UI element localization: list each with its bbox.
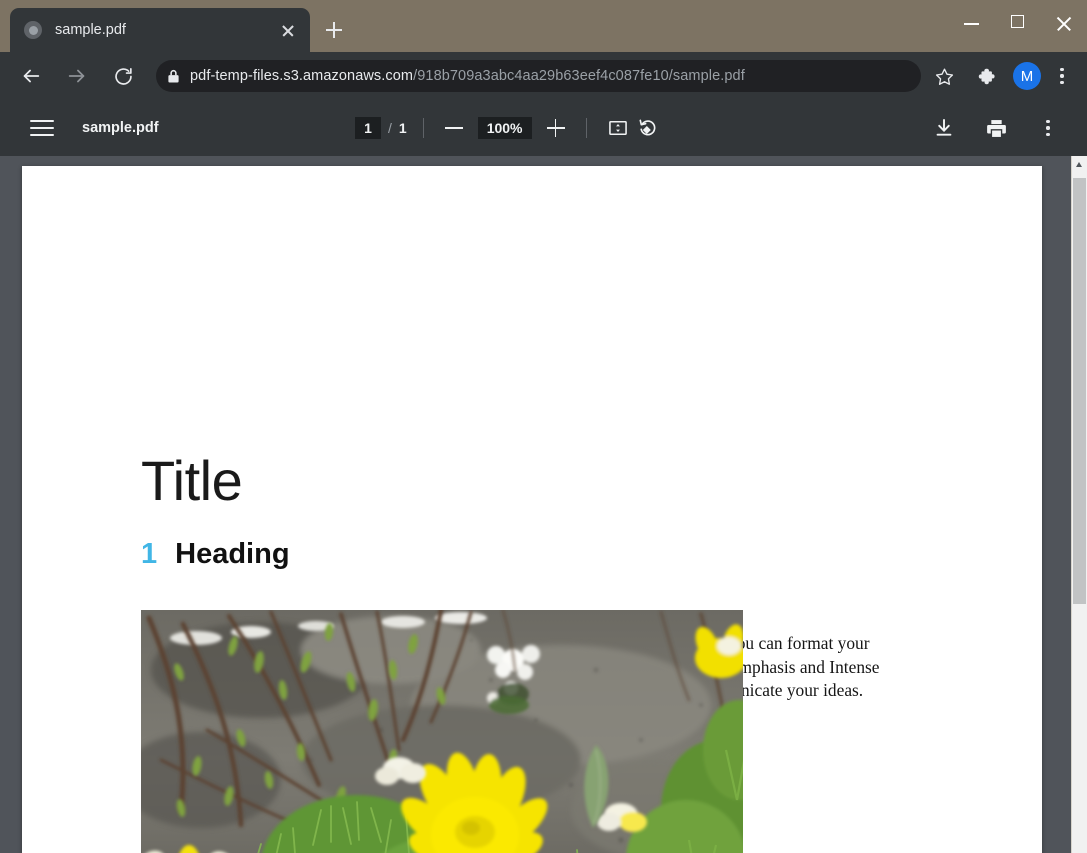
toolbar-divider-1	[422, 118, 424, 138]
print-icon[interactable]	[981, 113, 1011, 143]
pdf-document-name: sample.pdf	[82, 120, 159, 136]
pdf-viewer-area: Title 1Heading To take advantage of this…	[0, 156, 1087, 853]
sidebar-toggle-icon[interactable]	[30, 119, 54, 137]
heading-number: 1	[141, 538, 158, 570]
forward-icon[interactable]	[59, 58, 95, 94]
lock-icon	[156, 69, 190, 84]
address-bar-url: pdf-temp-files.s3.amazonaws.com/918b709a…	[190, 68, 745, 84]
page-separator: /	[388, 120, 392, 136]
window-controls	[949, 0, 1087, 46]
document-title: Title	[141, 449, 243, 512]
toolbar-divider-2	[585, 118, 587, 138]
reload-icon[interactable]	[105, 58, 141, 94]
document-photo	[141, 610, 743, 853]
download-icon[interactable]	[929, 113, 959, 143]
fit-to-page-icon[interactable]	[603, 113, 633, 143]
url-path: /918b709a3abc4aa29b63eef4c087fe10/sample…	[413, 68, 745, 84]
browser-toolbar: pdf-temp-files.s3.amazonaws.com/918b709a…	[0, 52, 1087, 100]
close-tab-icon[interactable]	[274, 16, 302, 44]
scroll-up-arrow-icon[interactable]	[1072, 156, 1087, 173]
minimize-button[interactable]	[949, 0, 995, 46]
page-number-input[interactable]: 1	[355, 117, 381, 139]
zoom-in-icon[interactable]	[542, 114, 570, 142]
page-count: 1	[398, 120, 407, 136]
garden-flowers-illustration	[141, 610, 743, 853]
scrollbar-thumb[interactable]	[1073, 178, 1086, 604]
document-heading: 1 Heading	[141, 538, 290, 571]
browser-tab[interactable]: sample.pdf	[10, 8, 310, 52]
chrome-menu-icon[interactable]	[1047, 60, 1077, 92]
rotate-counterclockwise-icon[interactable]	[633, 113, 663, 143]
bookmark-star-icon[interactable]	[929, 61, 959, 91]
globe-icon	[24, 21, 42, 39]
address-bar[interactable]: pdf-temp-files.s3.amazonaws.com/918b709a…	[156, 60, 921, 92]
pdf-viewer-toolbar: sample.pdf 1 / 1 100%	[0, 100, 1087, 156]
tab-title: sample.pdf	[55, 22, 126, 38]
heading-text: Heading	[175, 538, 290, 570]
back-icon[interactable]	[13, 58, 49, 94]
pdf-toolbar-center: 1 / 1 100%	[355, 100, 663, 156]
extensions-icon[interactable]	[969, 60, 1001, 92]
new-tab-button[interactable]	[316, 12, 352, 48]
close-window-button[interactable]	[1041, 0, 1087, 46]
zoom-level-input[interactable]: 100%	[477, 117, 532, 139]
profile-avatar[interactable]: M	[1013, 62, 1041, 90]
url-host: pdf-temp-files.s3.amazonaws.com	[190, 68, 414, 84]
viewer-scrollbar[interactable]	[1071, 156, 1087, 853]
zoom-out-icon[interactable]	[440, 114, 468, 142]
pdf-toolbar-right	[929, 100, 1065, 156]
pdf-more-menu-icon[interactable]	[1033, 112, 1063, 144]
pdf-page-1: Title 1Heading To take advantage of this…	[22, 166, 1042, 853]
browser-title-bar: sample.pdf	[0, 0, 1087, 52]
maximize-button[interactable]	[995, 0, 1041, 46]
